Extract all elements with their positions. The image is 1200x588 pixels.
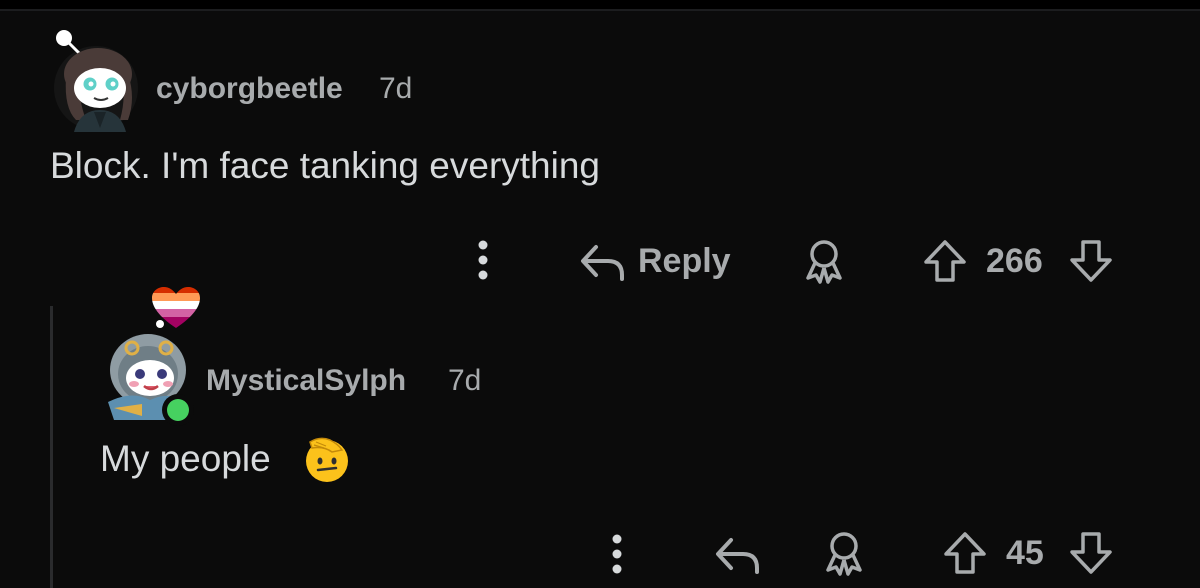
- vote-count: 45: [1006, 534, 1044, 572]
- comment-age: 7d: [379, 72, 413, 105]
- comment-body: Block. I'm face tanking everything: [50, 145, 600, 186]
- upvote-button[interactable]: [942, 530, 988, 576]
- three-dots-icon: [478, 240, 488, 280]
- avatar-flair: [148, 284, 204, 332]
- downvote-arrow-icon: [1070, 240, 1112, 282]
- online-dot-icon: [162, 394, 194, 426]
- lesbian-pride-heart-icon: [152, 287, 200, 328]
- award-icon: [806, 240, 842, 284]
- online-status-indicator: [160, 392, 196, 428]
- award-button[interactable]: [802, 238, 846, 284]
- comment-age: 7d: [448, 364, 482, 397]
- saluting-face-emoji: [302, 434, 352, 484]
- username[interactable]: MysticalSylph: [206, 364, 406, 398]
- reply-arrow-icon: [581, 245, 624, 281]
- upvote-arrow-icon: [924, 240, 966, 282]
- downvote-button[interactable]: [1068, 238, 1114, 284]
- reply-arrow-icon: [716, 538, 759, 574]
- divider: [0, 9, 1200, 11]
- username[interactable]: cyborgbeetle: [156, 72, 343, 106]
- user-avatar[interactable]: [50, 28, 142, 132]
- downvote-button[interactable]: [1068, 530, 1114, 576]
- reply-button[interactable]: Reply: [578, 238, 731, 284]
- comment-body: My people: [100, 438, 271, 480]
- reply-button[interactable]: [712, 534, 762, 574]
- top-bar: [0, 0, 1200, 9]
- snoo-avatar-icon: [54, 30, 138, 132]
- comment-text: My people: [100, 438, 271, 479]
- reply-label: Reply: [638, 241, 731, 280]
- three-dots-icon: [612, 534, 622, 574]
- thread-line[interactable]: [50, 306, 53, 588]
- more-options-button[interactable]: [606, 532, 628, 576]
- more-options-button[interactable]: [472, 238, 494, 282]
- upvote-arrow-icon: [944, 532, 986, 574]
- saluting-face-emoji-icon: [306, 437, 348, 482]
- award-button[interactable]: [822, 530, 866, 576]
- vote-count: 266: [986, 242, 1043, 280]
- award-icon: [826, 532, 862, 576]
- upvote-button[interactable]: [922, 238, 968, 284]
- downvote-arrow-icon: [1070, 532, 1112, 574]
